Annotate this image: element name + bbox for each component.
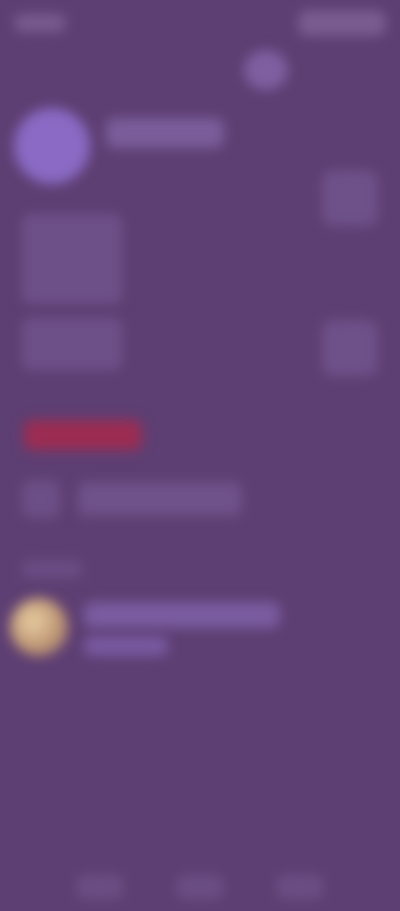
status-badge[interactable] — [24, 420, 142, 450]
section-label — [22, 560, 82, 578]
user-avatar[interactable] — [10, 598, 68, 656]
status-bar-indicators — [298, 10, 386, 36]
profile-name-placeholder — [106, 118, 224, 148]
user-name-placeholder[interactable] — [84, 602, 280, 628]
bottom-navigation — [0, 860, 400, 911]
user-subtitle-placeholder — [84, 636, 168, 656]
profile-avatar[interactable] — [14, 108, 90, 184]
profile-secondary-block — [22, 318, 122, 370]
app-screen — [0, 0, 400, 911]
header-circle-icon[interactable] — [244, 50, 288, 90]
search-icon[interactable] — [176, 874, 224, 900]
list-icon — [22, 480, 60, 518]
profile-details-block — [22, 214, 122, 304]
profile-icon[interactable] — [276, 874, 324, 900]
list-item-label[interactable] — [78, 482, 242, 516]
side-action-button-1[interactable] — [322, 170, 378, 226]
side-action-button-2[interactable] — [322, 320, 378, 376]
status-bar-time — [14, 14, 66, 32]
home-icon[interactable] — [76, 874, 124, 900]
